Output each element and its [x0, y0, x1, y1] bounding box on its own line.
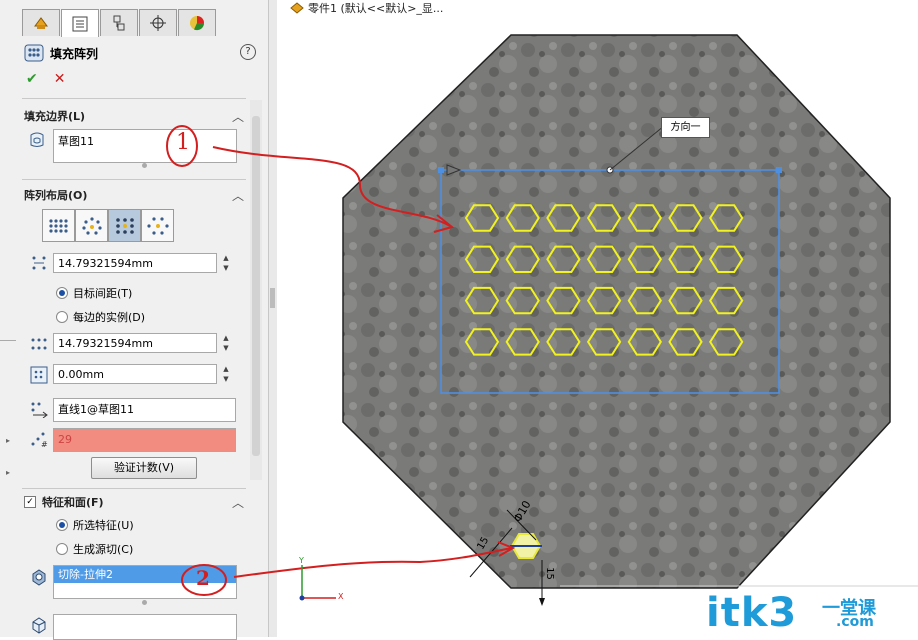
sketch-corner-handle[interactable] — [438, 167, 444, 173]
octagon-plate[interactable] — [342, 34, 891, 589]
direction-one-callout[interactable]: 方向一 — [661, 117, 710, 138]
triad-x-label: X — [338, 592, 344, 601]
watermark-brand: itk3 — [706, 590, 798, 636]
triad-y-label: Y — [299, 556, 304, 565]
sketch-corner-handle[interactable] — [776, 167, 782, 173]
dimension-arrow-icon — [539, 598, 545, 606]
vertical-dimension-text[interactable]: 15 — [544, 567, 555, 580]
annotation-mark-1: 1 — [176, 130, 190, 155]
watermark-domain: .com — [836, 614, 874, 630]
annotation-arrow-2 — [233, 547, 513, 578]
triad-origin — [299, 595, 305, 601]
viewport-canvas[interactable] — [0, 0, 918, 637]
annotation-mark-2: 2 — [196, 566, 210, 590]
